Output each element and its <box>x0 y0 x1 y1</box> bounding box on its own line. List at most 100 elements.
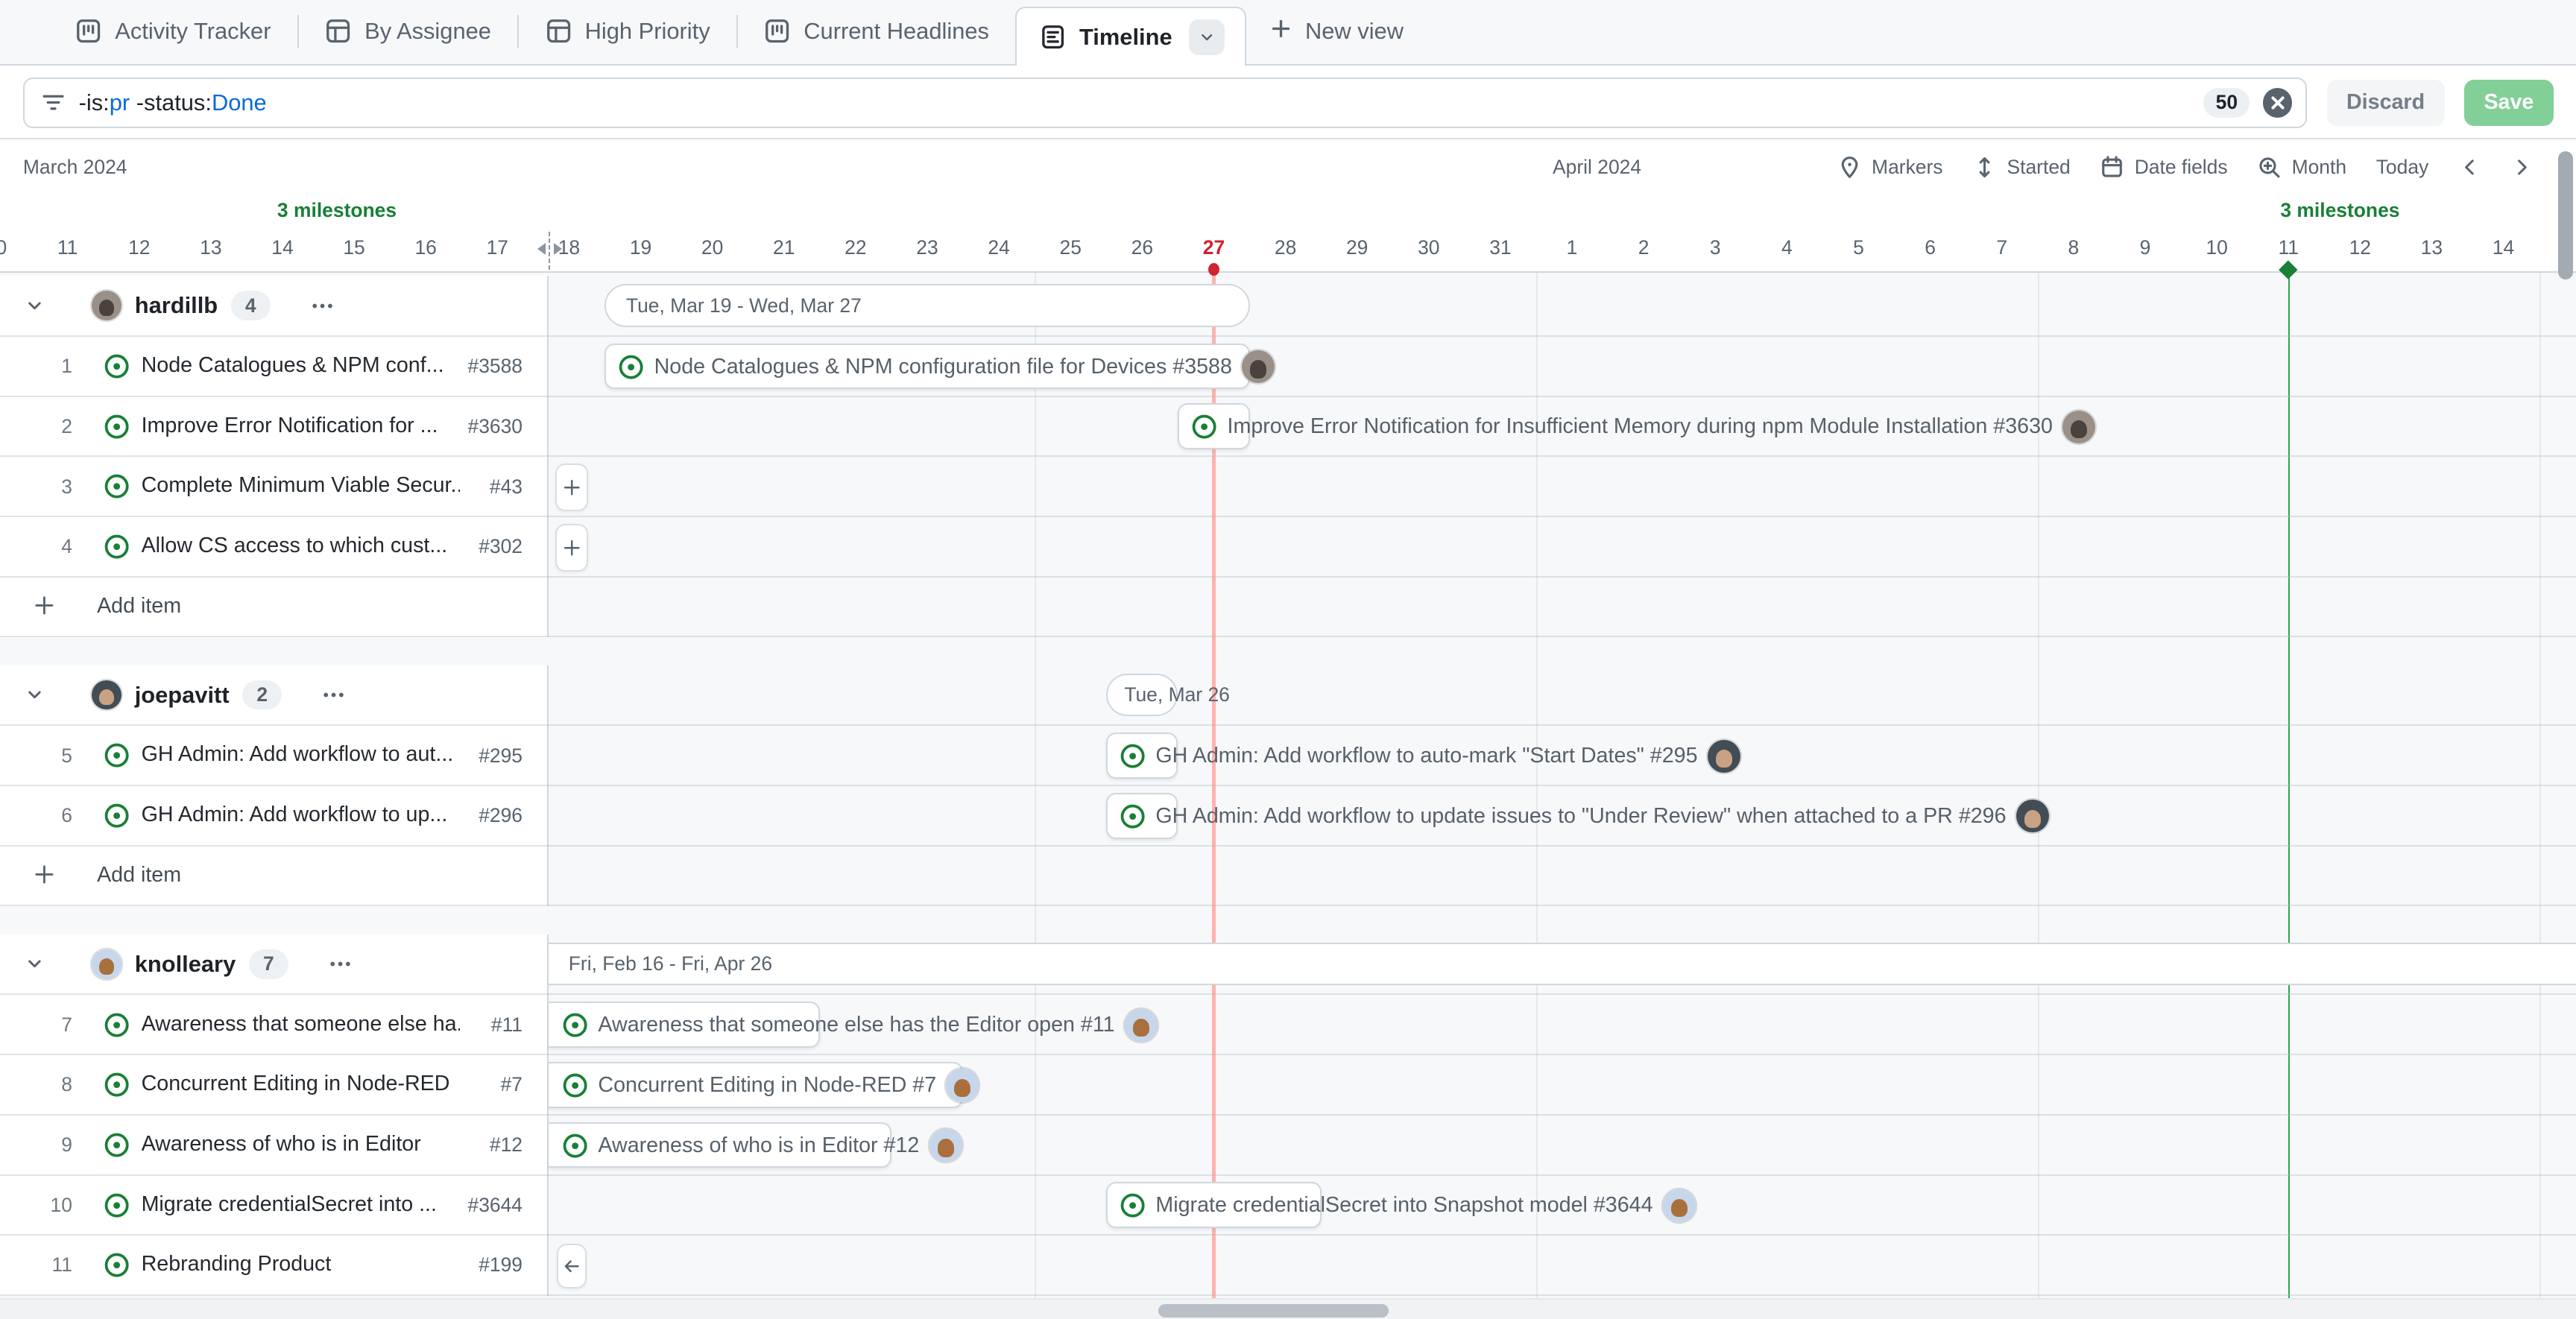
tab-activity-tracker[interactable]: Activity Tracker <box>49 0 297 64</box>
today-button[interactable]: Today <box>2376 156 2429 179</box>
button-label: Date fields <box>2135 156 2228 179</box>
calendar-icon <box>2100 155 2124 180</box>
group-header-panel[interactable]: joepavitt2 <box>0 665 547 725</box>
table-icon <box>546 18 572 44</box>
day-number: 6 <box>1925 236 1936 259</box>
filter-query-text: -is:pr -status:Done <box>79 89 267 116</box>
group-collapse-chevron-icon[interactable] <box>23 952 46 975</box>
panel-resize-handle[interactable] <box>549 232 550 270</box>
day-number: 2 <box>1638 236 1650 259</box>
month-button[interactable]: Month <box>2257 155 2346 180</box>
item-title[interactable]: Rebranding Product <box>142 1252 332 1277</box>
group-header-panel[interactable]: hardillb4 <box>0 276 547 335</box>
issue-open-icon <box>1120 743 1146 769</box>
date-fields-button[interactable]: Date fields <box>2100 155 2227 180</box>
group-collapse-chevron-icon[interactable] <box>23 683 46 706</box>
issue-open-icon <box>104 742 130 768</box>
timeline-toolbar: Markers Started Date fields Month Today <box>1837 151 2534 184</box>
horizontal-scrollbar-thumb[interactable] <box>1158 1304 1389 1318</box>
day-number: 23 <box>916 236 938 259</box>
day-number: 14 <box>271 236 293 259</box>
item-title[interactable]: Complete Minimum Viable Secur... <box>142 473 461 498</box>
filter-input[interactable]: -is:pr -status:Done 50 <box>23 78 2307 128</box>
assignee-avatar <box>1125 1009 1158 1042</box>
tab-timeline[interactable]: Timeline <box>1015 7 1246 66</box>
group-menu-kebab-icon[interactable] <box>321 683 346 707</box>
filter-clear-button[interactable] <box>2263 88 2293 118</box>
day-number: 24 <box>988 236 1009 259</box>
item-title[interactable]: GH Admin: Add workflow to up... <box>142 803 448 827</box>
started-button[interactable]: Started <box>1972 155 2071 180</box>
tab-menu-button[interactable] <box>1189 19 1225 55</box>
item-title[interactable]: Improve Error Notification for ... <box>142 414 438 438</box>
rows-icon <box>1040 24 1066 50</box>
day-number: 22 <box>845 236 866 259</box>
add-item-row[interactable]: Add item <box>0 578 2576 638</box>
tab-high-priority[interactable]: High Priority <box>519 0 736 64</box>
item-title[interactable]: GH Admin: Add workflow to aut... <box>142 742 454 767</box>
group-date-range-pill[interactable]: Fri, Feb 16 - Fri, Apr 26 <box>549 943 2576 985</box>
issue-open-icon <box>1191 414 1217 440</box>
month-label-april: April 2024 <box>1553 156 1641 179</box>
project-icon <box>75 18 101 44</box>
group-name: joepavitt <box>135 682 230 709</box>
scroll-to-item-button[interactable] <box>557 1244 587 1288</box>
assignee-avatar <box>2016 800 2049 832</box>
group-menu-kebab-icon[interactable] <box>328 952 353 976</box>
tab-by-assignee[interactable]: By Assignee <box>299 0 517 64</box>
item-title[interactable]: Migrate credentialSecret into ... <box>142 1192 437 1217</box>
issue-open-icon <box>1120 803 1146 829</box>
group-menu-kebab-icon[interactable] <box>310 294 335 318</box>
scroll-next-button[interactable] <box>2510 156 2534 179</box>
item-row: 1Node Catalogues & NPM conf...#3588 <box>0 337 2576 397</box>
new-view-button[interactable]: New view <box>1246 0 1427 64</box>
bar-label: Node Catalogues & NPM configuration file… <box>654 355 1232 379</box>
item-title[interactable]: Awareness that someone else ha... <box>142 1012 461 1037</box>
day-number-today: 27 <box>1203 236 1225 259</box>
group-avatar <box>92 949 121 979</box>
row-number: 2 <box>36 415 72 438</box>
tab-current-headlines[interactable]: Current Headlines <box>738 0 1015 64</box>
month-label-march: March 2024 <box>23 156 127 179</box>
item-row: 7Awareness that someone else ha...#11 <box>0 995 2576 1055</box>
filter-result-count: 50 <box>2203 88 2250 118</box>
group-date-range-pill[interactable]: Tue, Mar 19 - Wed, Mar 27 <box>604 284 1249 326</box>
day-number: 25 <box>1060 236 1082 259</box>
day-number: 15 <box>343 236 364 259</box>
day-number: 4 <box>1781 236 1793 259</box>
group-header-row: joepavitt2 <box>0 665 2576 727</box>
assignee-avatar <box>2062 411 2095 443</box>
group-header-panel[interactable]: knolleary7 <box>0 934 547 994</box>
item-id: #296 <box>479 804 523 827</box>
save-button[interactable]: Save <box>2464 80 2554 126</box>
item-id: #295 <box>479 744 523 768</box>
item-id: #199 <box>479 1253 523 1277</box>
vertical-scrollbar-thumb[interactable] <box>2558 151 2573 279</box>
add-item-row[interactable]: Add item <box>0 847 2576 907</box>
scroll-prev-button[interactable] <box>2458 156 2481 179</box>
issue-open-icon <box>562 1012 588 1038</box>
markers-button[interactable]: Markers <box>1837 155 1943 180</box>
add-date-button[interactable] <box>555 464 588 511</box>
item-title[interactable]: Concurrent Editing in Node-RED <box>142 1072 450 1096</box>
item-row: 4Allow CS access to which cust...#302 <box>0 517 2576 578</box>
filter-bar: -is:pr -status:Done 50 Discard Save <box>0 67 2576 139</box>
item-row: 11Rebranding Product#199 <box>0 1236 2576 1296</box>
group-collapse-chevron-icon[interactable] <box>23 294 46 317</box>
day-number: 29 <box>1346 236 1368 259</box>
item-title[interactable]: Node Catalogues & NPM conf... <box>142 353 444 378</box>
add-date-button[interactable] <box>555 524 588 572</box>
group-date-range-pill[interactable]: Tue, Mar 26 <box>1106 674 1178 716</box>
issue-open-icon <box>104 1192 130 1218</box>
item-title[interactable]: Awareness of who is in Editor <box>142 1132 421 1157</box>
group-avatar <box>92 680 121 710</box>
roadmap-canvas: March 2024April 20243 milestones3 milest… <box>0 0 2576 1319</box>
discard-button[interactable]: Discard <box>2327 80 2445 126</box>
day-number: 31 <box>1489 236 1511 259</box>
bar-label: GH Admin: Add workflow to update issues … <box>1155 804 2006 829</box>
add-item-label: Add item <box>97 594 181 619</box>
bar-label: Concurrent Editing in Node-RED #7 <box>598 1073 936 1098</box>
bar-content: Concurrent Editing in Node-RED #7 <box>562 1055 979 1116</box>
item-title[interactable]: Allow CS access to which cust... <box>142 534 448 558</box>
tab-label: High Priority <box>585 18 710 45</box>
